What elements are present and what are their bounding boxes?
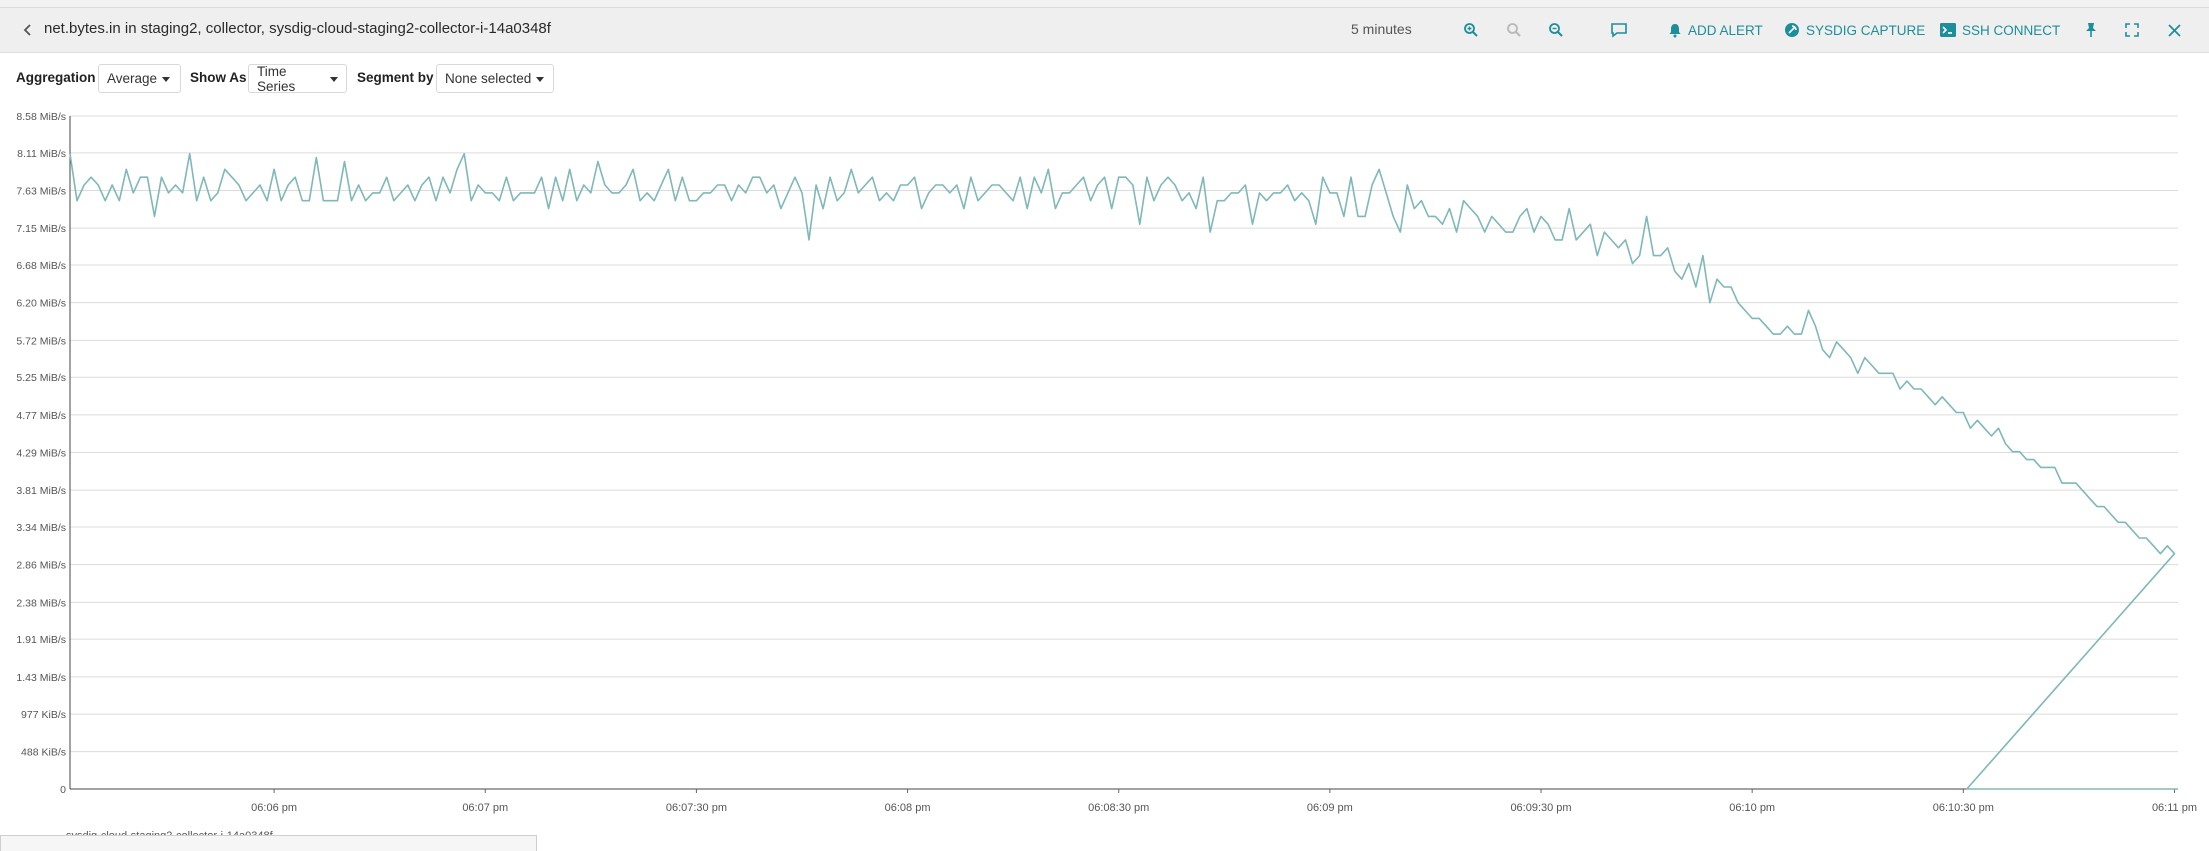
sysdig-capture-label: SYSDIG CAPTURE: [1806, 22, 1926, 38]
x-tick-label: 06:09:30 pm: [1510, 802, 1571, 814]
chevron-left-icon: [23, 24, 31, 36]
caret-down-icon: [330, 77, 338, 82]
x-tick-label: 06:11 pm: [2152, 802, 2197, 814]
y-tick-label: 5.25 MiB/s: [16, 372, 66, 384]
y-tick-label: 8.11 MiB/s: [17, 148, 66, 160]
y-tick-label: 488 KiB/s: [21, 747, 66, 759]
y-tick-label: 2.38 MiB/s: [16, 597, 66, 609]
segment-by-value: None selected: [445, 71, 532, 86]
back-button[interactable]: [18, 20, 38, 40]
show-as-dropdown[interactable]: Time Series: [248, 63, 347, 94]
terminal-icon: [1940, 23, 1956, 37]
segment-by-dropdown[interactable]: None selected: [436, 64, 554, 93]
zoom-reset-icon: [1507, 23, 1521, 37]
x-tick-label: 06:10 pm: [1729, 802, 1775, 814]
x-tick-label: 06:08 pm: [885, 802, 931, 814]
y-tick-label: 4.29 MiB/s: [16, 448, 66, 460]
pin-button[interactable]: [2080, 19, 2102, 41]
metric-panel: net.bytes.in in staging2, collector, sys…: [0, 7, 2209, 851]
add-alert-label: ADD ALERT: [1688, 22, 1763, 38]
y-tick-label: 0: [60, 784, 66, 796]
bell-icon: [1669, 23, 1681, 37]
ssh-connect-label: SSH CONNECT: [1962, 22, 2061, 38]
y-tick-label: 1.43 MiB/s: [16, 672, 66, 684]
x-tick-label: 06:06 pm: [251, 802, 297, 814]
aggregation-value: Average: [107, 71, 158, 86]
time-range-selector[interactable]: 5 minutes: [1351, 21, 1412, 37]
show-as-label: Show As: [190, 70, 247, 85]
x-tick-label: 06:07:30 pm: [666, 802, 727, 814]
zoom-reset-button[interactable]: [1503, 19, 1525, 41]
y-tick-label: 3.81 MiB/s: [16, 485, 66, 497]
segment-by-label: Segment by: [357, 70, 434, 85]
page-title: net.bytes.in in staging2, collector, sys…: [44, 20, 551, 37]
zoom-out-icon: [1549, 23, 1563, 37]
caret-down-icon: [162, 77, 171, 82]
zoom-in-icon: [1464, 23, 1478, 37]
expand-icon: [2125, 23, 2139, 37]
zoom-out-button[interactable]: [1545, 19, 1567, 41]
ssh-connect-button[interactable]: SSH CONNECT: [1940, 19, 2060, 41]
y-tick-label: 977 KiB/s: [21, 709, 66, 721]
aggregation-label: Aggregation: [16, 70, 96, 85]
zoom-in-button[interactable]: [1460, 19, 1482, 41]
y-tick-label: 1.91 MiB/s: [16, 634, 66, 646]
y-tick-label: 5.72 MiB/s: [16, 335, 66, 347]
x-tick-label: 06:07 pm: [462, 802, 508, 814]
x-tick-label: 06:09 pm: [1307, 802, 1353, 814]
fullscreen-button[interactable]: [2121, 19, 2143, 41]
y-tick-label: 7.15 MiB/s: [16, 223, 66, 235]
close-button[interactable]: [2163, 19, 2185, 41]
pin-icon: [2086, 23, 2096, 37]
y-tick-label: 3.34 MiB/s: [16, 522, 66, 534]
sysdig-capture-button[interactable]: SYSDIG CAPTURE: [1784, 19, 1925, 41]
x-tick-label: 06:10:30 pm: [1933, 802, 1994, 814]
comment-icon: [1611, 23, 1627, 38]
caret-down-icon: [536, 77, 545, 82]
show-as-value: Time Series: [257, 63, 296, 94]
add-alert-button[interactable]: ADD ALERT: [1668, 19, 1763, 41]
time-series-chart[interactable]: 0 488 KiB/s 977 KiB/s 1.43 MiB/s 1.91 MiB/s 2…: [0, 106, 2209, 826]
y-tick-label: 2.86 MiB/s: [16, 560, 66, 572]
series-line: [69, 152, 2178, 790]
comment-button[interactable]: [1608, 19, 1630, 41]
y-tick-label: 7.63 MiB/s: [16, 186, 66, 198]
bottom-scrollbar[interactable]: [0, 835, 537, 851]
x-tick-label: 06:08:30 pm: [1088, 802, 1149, 814]
y-tick-label: 6.68 MiB/s: [16, 260, 66, 272]
y-tick-label: 4.77 MiB/s: [16, 410, 66, 422]
chart-options-bar: Aggregation Average Show As Time Series …: [0, 60, 2209, 96]
aggregation-dropdown[interactable]: Average: [98, 64, 181, 93]
capture-icon: [1785, 23, 1799, 37]
panel-header: net.bytes.in in staging2, collector, sys…: [0, 8, 2209, 53]
y-tick-label: 6.20 MiB/s: [16, 298, 66, 310]
y-tick-label: 8.58 MiB/s: [16, 111, 66, 123]
close-icon: [2167, 23, 2181, 37]
